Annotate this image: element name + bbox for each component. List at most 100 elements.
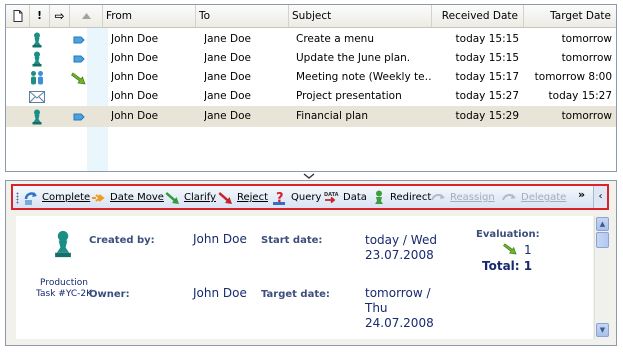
created-by-label: Created by: — [89, 235, 155, 246]
arrow-right-icon: ⇨ — [54, 9, 65, 23]
task-chess-icon — [28, 49, 46, 68]
row-target-date: tomorrow — [561, 52, 612, 64]
query-button[interactable]: ? Query — [272, 188, 321, 207]
column-header-sort[interactable] — [70, 5, 103, 27]
column-header-importance[interactable]: ! — [30, 5, 50, 27]
row-received-date: today 15:29 — [455, 110, 519, 122]
row-from: John Doe — [111, 90, 159, 102]
scroll-down-button[interactable]: ▼ — [596, 323, 609, 337]
column-header-target-date[interactable]: Target Date — [524, 5, 616, 27]
date-move-button[interactable]: Date Move — [91, 188, 164, 207]
table-row[interactable]: John Doe Jane Doe Update the June plan. … — [6, 49, 616, 68]
column-header-to[interactable]: To — [196, 5, 289, 27]
envelope-icon — [28, 87, 46, 106]
task-detail-body: Production Task #YC-2K Created by: John … — [16, 216, 593, 339]
reassign-icon — [431, 193, 445, 200]
clarify-button[interactable]: Clarify — [165, 188, 216, 207]
row-subject: Project presentation — [296, 90, 402, 102]
table-row-selected[interactable]: John Doe Jane Doe Financial plan today 1… — [6, 106, 616, 127]
column-header-type[interactable] — [6, 5, 30, 27]
panel-splitter[interactable] — [0, 172, 623, 180]
redirect-button[interactable]: Redirect — [371, 188, 431, 207]
row-target-date: tomorrow — [561, 33, 612, 45]
owner-value[interactable]: John Doe — [193, 286, 247, 300]
exclamation-icon: ! — [37, 10, 42, 22]
reject-button[interactable]: Reject — [218, 188, 268, 207]
reject-icon — [218, 191, 232, 204]
column-header-received-date[interactable]: Received Date — [432, 5, 524, 27]
sort-up-icon — [81, 13, 91, 19]
action-toolbar: Complete Date Move Clarify Reject ? Quer… — [11, 184, 609, 210]
data-button[interactable]: DATA Data — [324, 188, 367, 207]
task-chess-icon — [55, 230, 71, 258]
reassign-label: Reassign — [450, 192, 495, 203]
row-from: John Doe — [111, 52, 159, 64]
detail-scrollbar[interactable]: ▲ ▼ — [594, 216, 609, 339]
row-subject: Update the June plan. — [296, 52, 411, 64]
detail-panel: Complete Date Move Clarify Reject ? Quer… — [5, 180, 617, 346]
scroll-up-button[interactable]: ▲ — [596, 217, 609, 231]
tag-blue-icon — [70, 106, 88, 127]
row-received-date: today 15:15 — [455, 33, 519, 45]
evaluation-label: Evaluation: — [476, 229, 540, 240]
column-header-from[interactable]: From — [103, 5, 196, 27]
reassign-button[interactable]: Reassign — [431, 188, 495, 207]
clarify-icon — [165, 191, 179, 204]
row-to: Jane Doe — [204, 90, 251, 102]
start-date-label: Start date: — [261, 235, 323, 246]
row-target-date: today 15:27 — [548, 90, 612, 102]
scroll-thumb[interactable] — [596, 232, 609, 248]
row-to: Jane Doe — [204, 71, 251, 83]
row-received-date: today 15:27 — [455, 90, 519, 102]
meeting-people-icon — [28, 68, 46, 87]
created-by-value[interactable]: John Doe — [193, 232, 247, 246]
list-header: ! ⇨ From To Subject Received Date Target… — [6, 5, 616, 28]
toolbar-collapse-button[interactable]: ‹ — [593, 186, 607, 208]
evaluation-arrow-icon — [503, 243, 517, 255]
row-to: Jane Doe — [204, 52, 251, 64]
column-header-flag[interactable]: ⇨ — [50, 5, 70, 27]
target-date-label: Target date: — [261, 289, 330, 300]
reject-label: Reject — [237, 192, 269, 203]
date-move-icon — [92, 193, 105, 202]
owner-label: Owner: — [89, 289, 130, 300]
tag-blue-icon — [70, 49, 88, 68]
redirect-icon — [375, 190, 383, 204]
row-subject: Financial plan — [296, 110, 368, 122]
table-row[interactable]: John Doe Jane Doe Create a menu today 15… — [6, 30, 616, 49]
toolbar-overflow-button[interactable]: » — [578, 188, 585, 201]
evaluation-total: Total: 1 — [482, 259, 533, 273]
arrow-down-green-icon — [70, 68, 88, 87]
splitter-grip-icon[interactable] — [302, 173, 316, 179]
delegate-label: Delegate — [521, 192, 567, 203]
row-target-date: tomorrow 8:00 — [534, 71, 612, 83]
table-row[interactable]: John Doe Jane Doe Meeting note (Weekly t… — [6, 68, 616, 87]
evaluation-value: 1 — [524, 243, 532, 257]
task-chess-icon — [28, 30, 46, 49]
query-label: Query — [291, 192, 322, 203]
task-chess-icon — [28, 106, 46, 127]
row-target-date: tomorrow — [561, 110, 612, 122]
row-subject: Create a menu — [296, 33, 374, 45]
row-to: Jane Doe — [204, 110, 251, 122]
column-header-subject[interactable]: Subject — [289, 5, 432, 27]
message-list: ! ⇨ From To Subject Received Date Target… — [5, 4, 617, 172]
toolbar-grip[interactable] — [16, 192, 19, 204]
row-from: John Doe — [111, 33, 159, 45]
table-row[interactable]: John Doe Jane Doe Project presentation t… — [6, 87, 616, 106]
row-received-date: today 15:17 — [455, 71, 519, 83]
complete-icon — [24, 191, 37, 205]
data-label: Data — [343, 192, 367, 203]
delegate-button[interactable]: Delegate — [502, 188, 566, 207]
query-icon: ? — [273, 191, 285, 206]
date-move-label: Date Move — [110, 192, 164, 203]
svg-text:DATA: DATA — [324, 192, 339, 198]
data-icon: DATA — [324, 192, 339, 203]
clarify-label: Clarify — [184, 192, 217, 203]
complete-button[interactable]: Complete — [23, 188, 90, 207]
row-received-date: today 15:15 — [455, 52, 519, 64]
redirect-label: Redirect — [390, 192, 432, 203]
complete-label: Complete — [42, 192, 91, 203]
delegate-icon — [502, 193, 516, 200]
start-date-value: today / Wed 23.07.2008 — [365, 233, 437, 262]
